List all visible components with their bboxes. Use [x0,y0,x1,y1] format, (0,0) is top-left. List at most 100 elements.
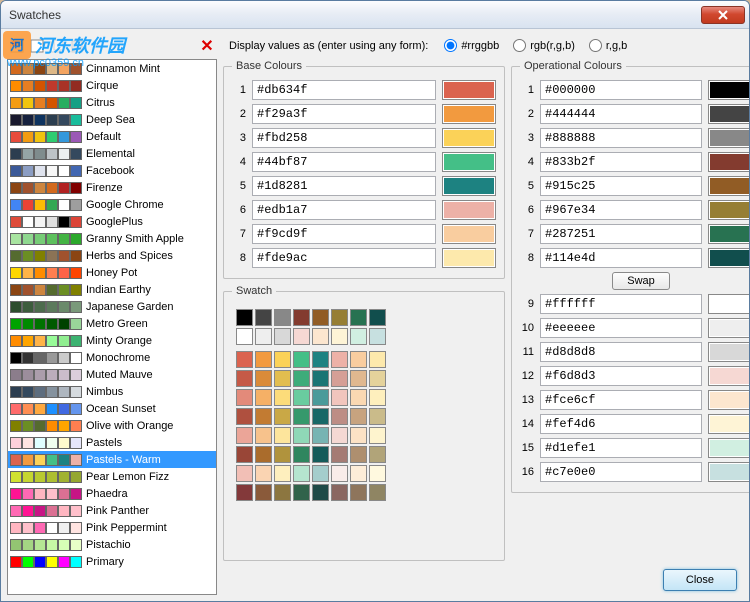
swatch-list-item[interactable]: Minty Orange [8,332,216,349]
color-swatch-button[interactable] [708,152,750,172]
color-value-input[interactable] [540,438,702,458]
swatch-list-item[interactable]: Ocean Sunset [8,400,216,417]
color-swatch-button[interactable] [442,200,496,220]
new-swatch-icon[interactable] [9,38,25,54]
color-swatch-button[interactable] [708,342,750,362]
swatch-list-item[interactable]: Cirque [8,77,216,94]
color-value-input[interactable] [540,366,702,386]
color-swatch-button[interactable] [708,104,750,124]
swatch-list-item[interactable]: Metro Green [8,315,216,332]
color-value-input[interactable] [540,342,702,362]
display-format-radio[interactable]: r,g,b [589,39,627,52]
swatch-list-item[interactable]: Default [8,128,216,145]
delete-swatch-icon[interactable]: ✕ [199,38,215,54]
color-swatch-button[interactable] [708,438,750,458]
swatch-list-item[interactable]: Pink Panther [8,502,216,519]
color-swatch-button[interactable] [708,200,750,220]
swatch-list-item[interactable]: Pear Lemon Fizz [8,468,216,485]
swatch-list-item[interactable]: Indian Earthy [8,281,216,298]
swatch-list-item[interactable]: Muted Mauve [8,366,216,383]
color-value-input[interactable] [252,128,436,148]
color-swatch-button[interactable] [708,318,750,338]
color-value-input[interactable] [252,152,436,172]
color-value-input[interactable] [540,200,702,220]
preview-cell [350,370,367,387]
display-format-radio[interactable]: rgb(r,g,b) [513,39,575,52]
swatch-list-item[interactable]: Pastels [8,434,216,451]
color-value-input[interactable] [252,224,436,244]
swatch-list-item[interactable]: Cinnamon Mint [8,60,216,77]
color-value-input[interactable] [252,104,436,124]
color-swatch-button[interactable] [708,462,750,482]
color-value-input[interactable] [540,104,702,124]
color-swatch-button[interactable] [442,176,496,196]
swatch-list-item[interactable]: Granny Smith Apple [8,230,216,247]
color-swatch-button[interactable] [708,176,750,196]
swatch-list-item[interactable]: GooglePlus [8,213,216,230]
color-swatch-button[interactable] [442,248,496,268]
color-swatch-button[interactable] [442,104,496,124]
swap-button[interactable]: Swap [612,272,670,290]
swatch-list-item[interactable]: Nimbus [8,383,216,400]
swatch-list-item[interactable]: Citrus [8,94,216,111]
color-value-input[interactable] [252,176,436,196]
swatch-list-item[interactable]: Japanese Garden [8,298,216,315]
color-value-input[interactable] [252,80,436,100]
color-value-input[interactable] [540,176,702,196]
color-value-input[interactable] [252,248,436,268]
swatch-list-item[interactable]: Pistachio [8,536,216,553]
swatch-thumb [58,403,70,415]
swatch-list-item[interactable]: Primary [8,553,216,570]
swatch-list-item[interactable]: Monochrome [8,349,216,366]
color-swatch-button[interactable] [708,366,750,386]
color-value-input[interactable] [540,224,702,244]
window-close-button[interactable] [701,6,745,24]
color-swatch-button[interactable] [708,128,750,148]
color-swatch-button[interactable] [708,80,750,100]
swatch-list-item[interactable]: Honey Pot [8,264,216,281]
color-swatch-button[interactable] [442,224,496,244]
copy-swatch-icon[interactable] [49,38,65,54]
preview-cell [350,351,367,368]
edit-swatch-icon[interactable] [29,38,45,54]
swatch-list-item[interactable]: Pink Peppermint [8,519,216,536]
swatch-list-item[interactable]: Pastels - Warm [8,451,216,468]
color-swatch-button[interactable] [708,390,750,410]
swatch-list-item[interactable]: Deep Sea [8,111,216,128]
color-value-input[interactable] [540,80,702,100]
color-swatch-button[interactable] [442,80,496,100]
swatch-thumb [10,131,22,143]
swatch-list-item[interactable]: Facebook [8,162,216,179]
display-format-radios: #rrggbb rgb(r,g,b) r,g,b [444,39,627,52]
swatch-list-item[interactable]: Phaedra [8,485,216,502]
swatch-list-item[interactable]: Elemental [8,145,216,162]
close-button[interactable]: Close [663,569,737,591]
color-value-input[interactable] [540,152,702,172]
color-swatch-button[interactable] [708,414,750,434]
swatch-thumb [70,63,82,75]
swatch-list[interactable]: Cinnamon MintCirqueCitrusDeep SeaDefault… [7,59,217,595]
color-value-input[interactable] [252,200,436,220]
swatch-list-item[interactable]: Olive with Orange [8,417,216,434]
color-swatch-button[interactable] [708,248,750,268]
swatch-thumb [34,233,46,245]
color-value-input[interactable] [540,128,702,148]
color-value-input[interactable] [540,294,702,314]
swatch-list-item[interactable]: Firenze [8,179,216,196]
color-value-input[interactable] [540,390,702,410]
color-swatch-button[interactable] [708,294,750,314]
color-swatch-button[interactable] [442,152,496,172]
color-value-input[interactable] [540,462,702,482]
color-number: 6 [232,204,246,216]
color-value-input[interactable] [540,248,702,268]
color-swatch-button[interactable] [442,128,496,148]
display-format-radio[interactable]: #rrggbb [444,39,499,52]
swatch-thumb [22,471,34,483]
color-swatch-button[interactable] [708,224,750,244]
swatch-list-item[interactable]: Google Chrome [8,196,216,213]
color-value-input[interactable] [540,318,702,338]
color-value-input[interactable] [540,414,702,434]
swatch-list-item[interactable]: Herbs and Spices [8,247,216,264]
paste-swatch-icon[interactable] [69,38,85,54]
preview-cell [274,309,291,326]
